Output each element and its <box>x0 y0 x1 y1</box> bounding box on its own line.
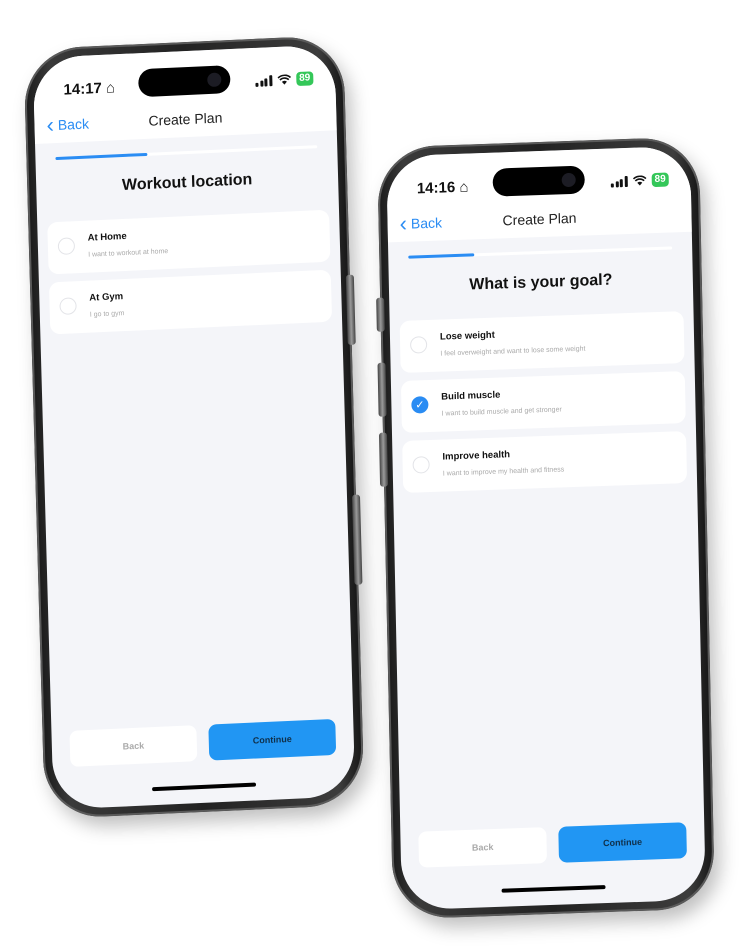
wifi-icon <box>277 73 291 85</box>
radio-icon[interactable] <box>57 237 76 256</box>
home-icon: ⌂ <box>105 78 116 97</box>
status-bar: 14:16 ⌂ 89 <box>417 169 669 200</box>
nav-title: Create Plan <box>502 209 577 229</box>
signal-icon <box>255 74 273 87</box>
radio-icon[interactable] <box>409 336 428 354</box>
volume-up-button <box>377 362 387 417</box>
back-button[interactable]: Back <box>69 725 198 767</box>
back-button[interactable]: Back <box>418 827 548 868</box>
radio-icon[interactable] <box>59 297 77 315</box>
continue-button[interactable]: Continue <box>208 718 337 761</box>
screen: 14:17 ⌂ 89 ‹ Back Create Plan Workout loc… <box>32 44 356 810</box>
progress-bar <box>408 246 673 259</box>
status-bar: 14:17 ⌂ 89 <box>63 67 314 100</box>
page-heading: Workout location <box>121 171 253 195</box>
status-time: 14:16 <box>416 178 456 197</box>
option-improve-health[interactable]: Improve health I want to improve my heal… <box>402 431 688 493</box>
action-button <box>376 297 385 332</box>
radio-icon[interactable] <box>412 456 430 474</box>
option-at-gym[interactable]: At Gym I go to gym <box>48 269 333 335</box>
check-icon[interactable]: ✓ <box>411 396 429 414</box>
battery-indicator: 89 <box>296 71 314 87</box>
volume-down-button <box>378 432 389 487</box>
phone-goal: 14:16 ⌂ 89 ‹ Back Create Plan What is you… <box>376 136 716 920</box>
battery-indicator: 89 <box>651 172 669 188</box>
option-lose-weight[interactable]: Lose weight I feel overweight and want t… <box>399 311 685 373</box>
status-time: 14:17 <box>63 79 103 99</box>
option-at-home[interactable]: At Home I want to workout at home <box>47 209 331 275</box>
home-icon: ⌂ <box>459 178 469 196</box>
continue-button[interactable]: Continue <box>558 822 687 863</box>
wifi-icon <box>632 174 647 186</box>
signal-icon <box>611 175 628 188</box>
nav-title: Create Plan <box>148 109 223 129</box>
progress-bar <box>55 145 318 161</box>
option-build-muscle[interactable]: ✓ Build muscle I want to build muscle an… <box>400 371 686 433</box>
phone-workout-location: 14:17 ⌂ 89 ‹ Back Create Plan Workout loc… <box>23 34 365 820</box>
screen: 14:16 ⌂ 89 ‹ Back Create Plan What is you… <box>386 145 706 911</box>
home-indicator <box>501 885 606 893</box>
volume-button <box>345 274 356 345</box>
home-indicator <box>152 782 257 792</box>
page-heading: What is your goal? <box>469 271 613 294</box>
side-button <box>351 494 363 585</box>
